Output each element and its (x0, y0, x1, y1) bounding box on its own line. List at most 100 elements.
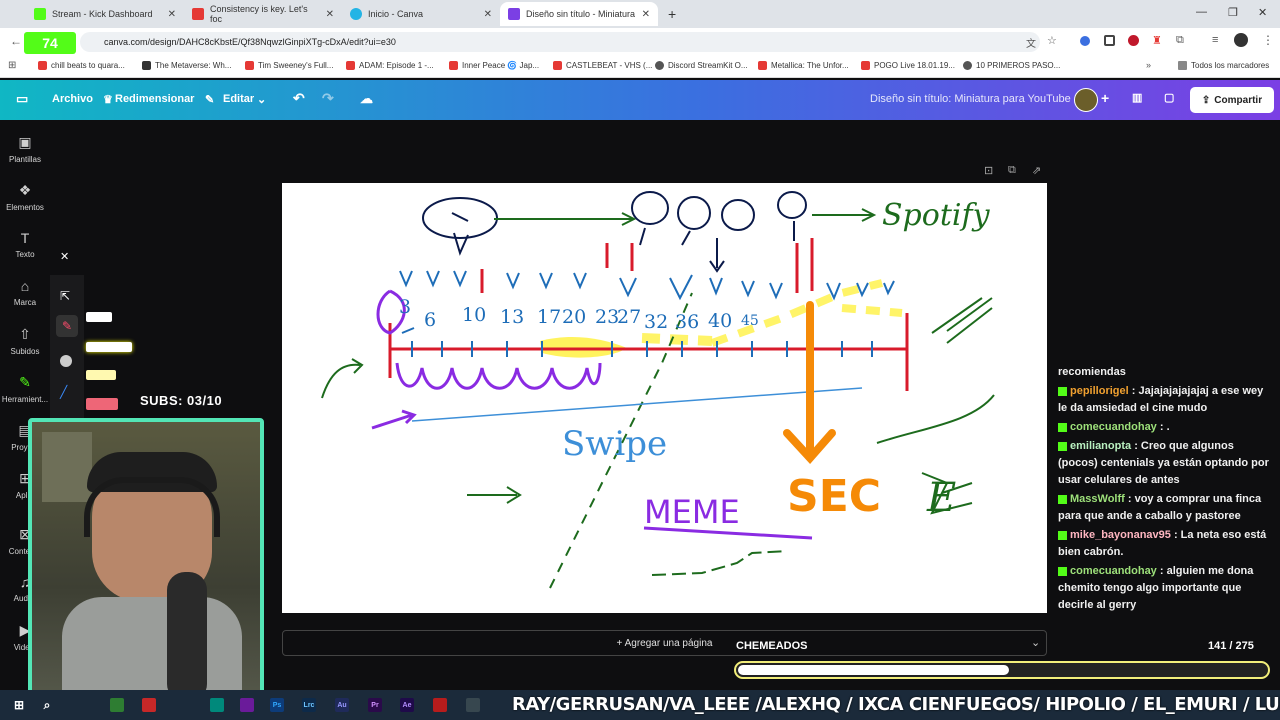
chevron-down-icon[interactable]: ⌄ (257, 93, 266, 106)
select-pointer-icon[interactable]: ⇱ (60, 289, 70, 303)
share-button[interactable]: ⇪ Compartir (1190, 87, 1274, 113)
extension-icon[interactable] (1128, 35, 1139, 46)
close-icon[interactable]: ✕ (326, 9, 334, 20)
insights-icon[interactable]: ▥ (1132, 91, 1142, 104)
taskbar-app-icon[interactable] (240, 698, 254, 712)
extension-icon[interactable] (1104, 35, 1115, 46)
lightroom-classic-icon[interactable]: Lrc (302, 698, 316, 712)
upload-icon: ⇪ (1201, 94, 1211, 106)
chat-text: : . (1159, 421, 1170, 433)
microphone (167, 572, 207, 698)
extension-icon[interactable]: ♜ (1152, 34, 1162, 47)
audition-icon[interactable]: Au (335, 698, 349, 712)
close-icon[interactable]: ✕ (642, 9, 650, 20)
pen-tool-icon[interactable]: ✎ (56, 315, 78, 337)
redo-icon[interactable]: ↷ (322, 90, 334, 107)
cloud-saved-icon[interactable]: ☁ (360, 91, 373, 107)
sidebar-item-plantillas[interactable]: ▣ Plantillas (0, 134, 50, 164)
tab-kick-dashboard[interactable]: Stream - Kick Dashboard ✕ (26, 2, 184, 26)
photoshop-icon[interactable]: Ps (270, 698, 284, 712)
puzzle-icon[interactable]: ⧉ (1176, 34, 1184, 47)
windows-start-icon[interactable]: ⊞ (12, 698, 26, 712)
pen-swatch-white[interactable] (86, 312, 112, 322)
bookmark-item[interactable]: 10 PRIMEROS PASO... (963, 61, 1060, 70)
taskbar-app-icon[interactable] (433, 698, 447, 712)
bookmark-item[interactable]: Metallica: The Unfor... (758, 61, 849, 70)
subs-counter: SUBS: 03/10 (140, 393, 223, 408)
comment-icon[interactable]: ▢ (1164, 91, 1174, 104)
marker-tool-icon[interactable]: ╱ (60, 385, 67, 399)
after-effects-icon[interactable]: Ae (400, 698, 414, 712)
globe-icon (655, 61, 664, 70)
swipe-label: Swipe (562, 424, 667, 464)
bookmark-item[interactable]: ADAM: Episode 1 -... (346, 61, 434, 70)
more-icon[interactable]: ⋮ (1262, 33, 1274, 47)
pen-swatch-white-selected[interactable] (86, 342, 132, 352)
add-collaborator-icon[interactable]: + (1101, 90, 1109, 106)
sidebar-item-subidos[interactable]: ⇧ Subidos (0, 326, 50, 356)
browser-tab-strip: Stream - Kick Dashboard ✕ Consistency is… (0, 0, 1280, 28)
tab-canva-home[interactable]: Inicio - Canva ✕ (342, 2, 500, 26)
pen-swatch-red[interactable] (86, 398, 118, 410)
close-icon[interactable]: ✕ (484, 9, 492, 20)
pen-swatch-yellow[interactable] (86, 370, 116, 380)
avatar[interactable] (1074, 88, 1098, 112)
media-icon[interactable]: ≡ (1212, 34, 1218, 46)
doc-title[interactable]: Diseño sin título: Miniatura para YouTub… (870, 93, 1071, 105)
share-page-icon[interactable]: ⇗ (1032, 164, 1041, 177)
maximize-icon[interactable]: ❐ (1228, 6, 1238, 19)
sidebar-item-elementos[interactable]: ❖ Elementos (0, 182, 50, 212)
bookmark-label: chill beats to quara... (51, 61, 125, 70)
orange-arrow (783, 301, 836, 464)
back-icon[interactable]: ← (10, 34, 22, 48)
timeline-number: 27 (617, 306, 641, 328)
chevron-down-icon[interactable]: ⌄ (1031, 636, 1040, 649)
bookmark-item[interactable]: POGO Live 18.01.19... (861, 61, 955, 70)
menu-archivo[interactable]: Archivo (52, 93, 93, 105)
bookmark-item[interactable]: Tim Sweeney's Full... (245, 61, 333, 70)
star-icon[interactable]: ☆ (1047, 34, 1057, 47)
taskbar-app-icon[interactable] (466, 698, 480, 712)
chat-username: MassWolff (1070, 493, 1125, 505)
taskbar-app-icon[interactable] (110, 698, 124, 712)
taskbar-app-icon[interactable] (210, 698, 224, 712)
close-icon[interactable]: ✕ (168, 9, 176, 20)
all-bookmarks[interactable]: Todos los marcadores (1178, 61, 1269, 70)
undo-icon[interactable]: ↶ (293, 90, 305, 107)
taskbar-app-icon[interactable] (142, 698, 156, 712)
sidebar-item-texto[interactable]: T Texto (0, 230, 50, 259)
close-draw-panel-icon[interactable]: ✕ (60, 250, 69, 263)
window-close-icon[interactable]: ✕ (1258, 6, 1267, 19)
tab-canva-design[interactable]: Diseño sin título - Miniatura pa ✕ (500, 2, 658, 26)
canva-icon (350, 8, 362, 20)
bookmark-item[interactable]: CASTLEBEAT - VHS (... (553, 61, 652, 70)
tab-label: Diseño sin título - Miniatura pa (526, 9, 636, 19)
premiere-icon[interactable]: Pr (368, 698, 382, 712)
tab-youtube[interactable]: Consistency is key. Let's foc ✕ (184, 2, 342, 26)
apps-grid-icon[interactable]: ⊞ (8, 60, 16, 71)
menu-redimensionar[interactable]: Redimensionar (115, 93, 194, 105)
bookmark-item[interactable]: Discord StreamKit O... (655, 61, 748, 70)
bookmark-item[interactable]: Inner Peace 🌀 Jap... (449, 61, 539, 70)
bookmark-item[interactable]: chill beats to quara... (38, 61, 125, 70)
add-page-button[interactable]: + Agregar una página (282, 630, 1047, 656)
sidebar-item-herramientas[interactable]: ✎ Herramient... (0, 374, 50, 404)
search-icon[interactable]: ⌕ (40, 698, 54, 712)
minimize-icon[interactable]: — (1196, 6, 1207, 18)
chevron-right-icon[interactable]: » (1146, 60, 1151, 70)
lock-icon[interactable]: ⊡ (984, 164, 993, 177)
sidebar-label: Herramient... (1, 395, 49, 404)
url-input[interactable]: canva.com/design/DAHC8cKbstE/Qf38NqwzlGi… (80, 32, 1040, 52)
new-tab-button[interactable]: + (660, 2, 684, 26)
translate-icon[interactable]: 文 (1026, 35, 1036, 50)
bookmark-item[interactable]: The Metaverse: Wh... (142, 61, 231, 70)
extension-icon[interactable] (1080, 36, 1090, 46)
avatar[interactable] (1234, 33, 1248, 47)
sidebar-item-marca[interactable]: ⌂ Marca (0, 278, 50, 307)
menu-editar[interactable]: Editar (223, 93, 254, 105)
panel-toggle-icon[interactable]: ▭ (16, 91, 28, 107)
eraser-icon[interactable] (60, 355, 72, 367)
design-canvas[interactable]: Spotify MEME Swipe 3 6 10 13 17 20 23 27… (282, 183, 1047, 613)
sec-label: SEC (787, 471, 881, 522)
duplicate-icon[interactable]: ⧉ (1008, 164, 1016, 177)
